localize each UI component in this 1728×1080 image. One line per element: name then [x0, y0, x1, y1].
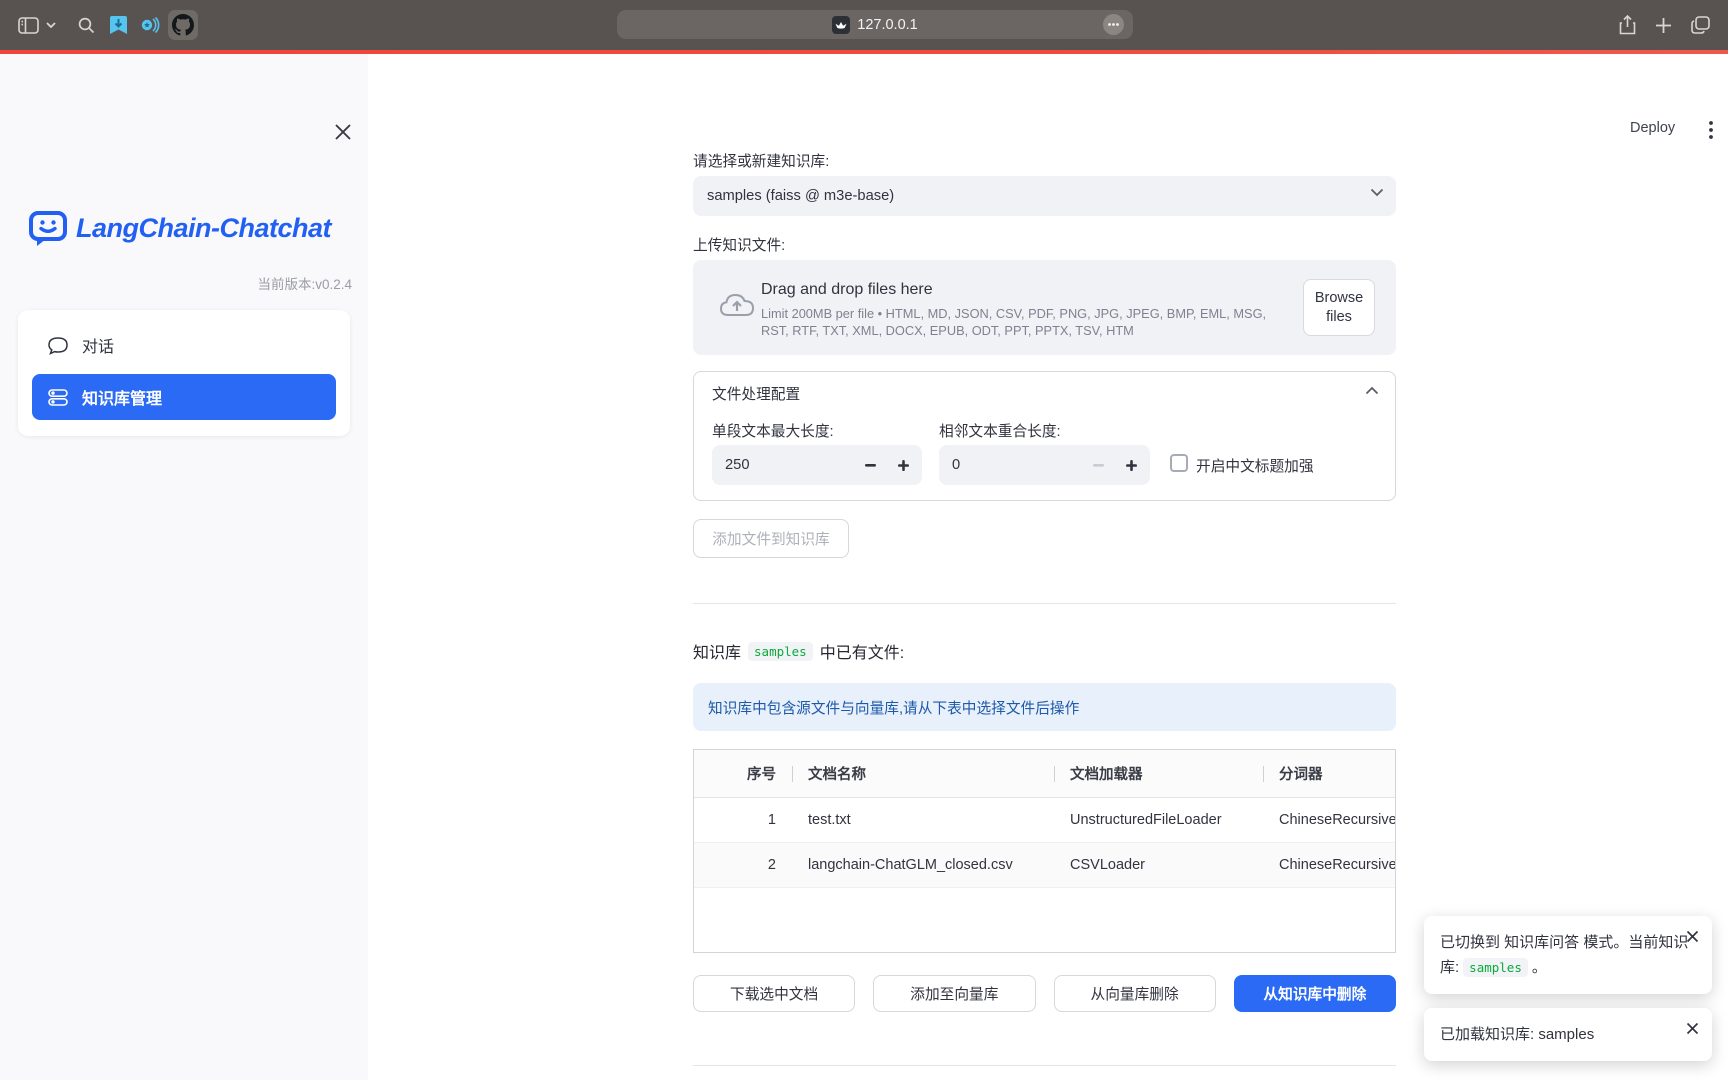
- minus-stepper-icon[interactable]: [858, 453, 882, 477]
- plus-stepper-icon[interactable]: [891, 453, 915, 477]
- header-splitter[interactable]: 分词器: [1263, 750, 1395, 797]
- url-text: 127.0.0.1: [857, 17, 917, 33]
- sidebar-item-label: 对话: [82, 333, 114, 357]
- chevron-down-icon[interactable]: [42, 0, 60, 50]
- overlap-size-label: 相邻文本重合长度:: [939, 420, 1061, 441]
- files-table[interactable]: 序号 文档名称 文档加载器 分词器 1 test.txt Unstructure…: [693, 749, 1396, 953]
- extension-radar-icon[interactable]: [137, 0, 161, 50]
- search-icon[interactable]: [74, 0, 98, 50]
- expander-header[interactable]: 文件处理配置: [694, 372, 1395, 414]
- chat-logo-icon: [28, 209, 68, 247]
- deploy-button[interactable]: Deploy: [1630, 120, 1675, 136]
- database-stack-icon: [48, 389, 68, 406]
- divider: [693, 603, 1396, 604]
- sidebar-toggle-icon[interactable]: [14, 0, 42, 50]
- kb-select-value: samples (faiss @ m3e-base): [707, 188, 894, 204]
- dropzone-title: Drag and drop files here: [761, 281, 933, 299]
- add-to-vectorstore-button[interactable]: 添加至向量库: [873, 975, 1035, 1012]
- version-text: 当前版本:v0.2.4: [0, 273, 352, 293]
- toast-mode-switched: 已切换到 知识库问答 模式。当前知识库:samples。: [1424, 916, 1712, 994]
- tab-overview-icon[interactable]: [1686, 0, 1714, 50]
- browse-files-button[interactable]: Browse files: [1303, 279, 1375, 336]
- sidebar-item-knowledge-base[interactable]: 知识库管理: [32, 374, 336, 420]
- minus-stepper-icon[interactable]: [1086, 453, 1110, 477]
- zh-title-enhance-checkbox[interactable]: [1170, 454, 1188, 472]
- sidebar-item-dialogue[interactable]: 对话: [32, 322, 336, 368]
- cloud-upload-icon: [719, 290, 755, 317]
- file-dropzone[interactable]: Drag and drop files here Limit 200MB per…: [693, 260, 1396, 355]
- header-name[interactable]: 文档名称: [792, 750, 1054, 797]
- sidebar-menu: 对话 知识库管理: [18, 310, 350, 436]
- chunk-size-input[interactable]: 250: [712, 445, 922, 485]
- table-row[interactable]: 2 langchain-ChatGLM_closed.csv CSVLoader…: [694, 843, 1395, 888]
- delete-from-kb-button[interactable]: 从知识库中删除: [1234, 975, 1396, 1012]
- app-window: LangChain-Chatchat 当前版本:v0.2.4 对话 知识库管理 …: [0, 54, 1728, 1080]
- divider: [693, 1065, 1396, 1066]
- overlap-size-input[interactable]: 0: [939, 445, 1150, 485]
- kb-selectbox[interactable]: samples (faiss @ m3e-base): [693, 176, 1396, 216]
- toast-kb-loaded: 已加载知识库: samples: [1424, 1008, 1712, 1061]
- app-title: LangChain-Chatchat: [76, 213, 331, 244]
- browser-toolbar: 127.0.0.1: [0, 0, 1728, 50]
- header-loader[interactable]: 文档加载器: [1054, 750, 1263, 797]
- streamlit-favicon: [832, 16, 850, 34]
- table-header-row: 序号 文档名称 文档加载器 分词器: [694, 750, 1395, 798]
- header-no[interactable]: 序号: [694, 750, 792, 797]
- page-settings-icon[interactable]: [1103, 14, 1124, 35]
- file-config-expander: 文件处理配置 单段文本最大长度: 250 相邻文本重合长度: 0: [693, 371, 1396, 501]
- chat-bubble-icon: [48, 336, 68, 355]
- chunk-size-label: 单段文本最大长度:: [712, 420, 834, 441]
- upload-label: 上传知识文件:: [693, 234, 785, 255]
- sidebar: LangChain-Chatchat 当前版本:v0.2.4 对话 知识库管理: [0, 54, 368, 1080]
- toast-close-icon[interactable]: [1686, 930, 1700, 944]
- toast-close-icon[interactable]: [1686, 1022, 1700, 1036]
- sidebar-close-icon[interactable]: [334, 123, 352, 141]
- table-row[interactable]: 1 test.txt UnstructuredFileLoader Chines…: [694, 798, 1395, 843]
- chevron-down-icon: [1370, 188, 1384, 197]
- new-tab-icon[interactable]: [1649, 0, 1677, 50]
- plus-stepper-icon[interactable]: [1119, 453, 1143, 477]
- toast-kb-code: samples: [1463, 958, 1528, 977]
- kb-select-label: 请选择或新建知识库:: [693, 150, 829, 171]
- delete-from-vectorstore-button[interactable]: 从向量库删除: [1054, 975, 1216, 1012]
- main-menu-kebab-icon[interactable]: [1698, 117, 1724, 143]
- app-logo: LangChain-Chatchat: [28, 209, 352, 247]
- dropzone-limit-text: Limit 200MB per file • HTML, MD, JSON, C…: [761, 306, 1289, 339]
- chevron-up-icon: [1365, 386, 1379, 395]
- kb-files-heading: 知识库 samples 中已有文件:: [693, 639, 904, 663]
- sidebar-item-label: 知识库管理: [82, 385, 162, 409]
- column-separator: [792, 766, 793, 782]
- info-banner: 知识库中包含源文件与向量库,请从下表中选择文件后操作: [693, 683, 1396, 731]
- url-bar[interactable]: 127.0.0.1: [617, 10, 1133, 39]
- share-icon[interactable]: [1613, 0, 1641, 50]
- extension-bookmark-icon[interactable]: [106, 0, 130, 50]
- add-files-button[interactable]: 添加文件到知识库: [693, 519, 849, 558]
- github-tab-button[interactable]: [168, 10, 198, 40]
- download-selected-button[interactable]: 下载选中文档: [693, 975, 855, 1012]
- zh-title-enhance-label[interactable]: 开启中文标题加强: [1196, 455, 1314, 476]
- action-buttons: 下载选中文档 添加至向量库 从向量库删除 从知识库中删除: [693, 975, 1396, 1012]
- column-separator: [1263, 766, 1264, 782]
- column-separator: [1054, 766, 1055, 782]
- kb-name-code: samples: [748, 642, 813, 661]
